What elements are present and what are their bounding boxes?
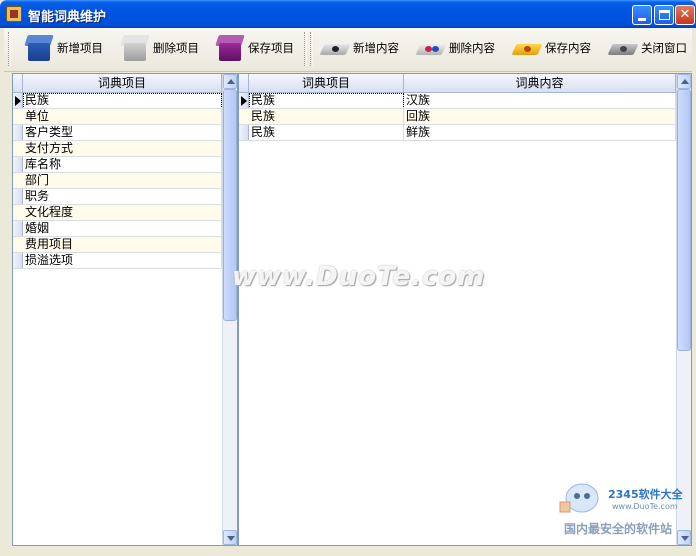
table-row[interactable]: 支付方式 <box>13 141 222 157</box>
save-content-button[interactable]: 保存内容 <box>511 28 591 68</box>
close-window-button[interactable]: 关闭窗口 <box>607 28 687 68</box>
right-header-dictionary-content[interactable]: 词典内容 <box>404 74 676 93</box>
title-bar[interactable]: 智能词典维护 ✕ <box>0 0 696 28</box>
table-cell[interactable]: 回族 <box>404 109 676 124</box>
scroll-up-icon[interactable] <box>677 74 691 89</box>
toolbar-grip-right[interactable] <box>310 32 313 66</box>
save-content-icon <box>511 37 543 59</box>
table-row[interactable]: 部门 <box>13 173 222 189</box>
table-row[interactable]: 文化程度 <box>13 205 222 221</box>
toolbar-separator <box>304 32 307 66</box>
watermark-badge: 2345软件大全 www.DuoTe.com 国内最安全的软件站 <box>556 474 696 544</box>
table-cell[interactable]: 民族 <box>23 93 222 108</box>
window-title: 智能词典维护 <box>28 10 107 25</box>
close-window-icon <box>607 37 639 59</box>
app-icon[interactable] <box>6 6 22 22</box>
new-content-button[interactable]: 新增内容 <box>319 28 399 68</box>
new-item-button[interactable]: 新增项目 <box>24 28 103 68</box>
new-content-label: 新增内容 <box>353 41 399 55</box>
table-cell[interactable]: 文化程度 <box>23 205 222 220</box>
minimize-button[interactable] <box>632 5 652 25</box>
right-grid-corner <box>239 74 249 93</box>
toolbar: 新增项目 删除项目 保存项目 新增内容 删除内容 保存内容 关闭窗口 <box>4 28 692 72</box>
watermark-brand: 2345软件大全 <box>608 488 683 501</box>
watermark-center: www.DuoTe.com <box>232 262 486 292</box>
watermark-url: www.DuoTe.com <box>612 502 678 511</box>
table-cell[interactable]: 单位 <box>23 109 222 124</box>
table-cell[interactable]: 库名称 <box>23 157 222 172</box>
table-cell[interactable]: 民族 <box>249 93 404 108</box>
mascot-icon <box>559 483 599 513</box>
left-grid-header: 词典项目 <box>13 74 222 93</box>
left-header-dictionary-item[interactable]: 词典项目 <box>23 74 222 93</box>
new-item-icon <box>24 33 54 63</box>
left-vertical-scrollbar[interactable] <box>222 74 237 545</box>
table-cell[interactable]: 鲜族 <box>404 125 676 140</box>
table-cell[interactable]: 婚姻 <box>23 221 222 236</box>
table-cell[interactable]: 部门 <box>23 173 222 188</box>
table-row[interactable]: 职务 <box>13 189 222 205</box>
delete-content-label: 删除内容 <box>449 41 495 55</box>
save-item-label: 保存项目 <box>248 41 294 55</box>
table-cell[interactable]: 支付方式 <box>23 141 222 156</box>
watermark-slogan: 国内最安全的软件站 <box>564 522 673 536</box>
maximize-icon <box>659 10 670 20</box>
delete-item-icon <box>120 33 150 63</box>
save-content-label: 保存内容 <box>545 41 591 55</box>
right-header-dictionary-item[interactable]: 词典项目 <box>249 74 404 93</box>
table-cell[interactable]: 职务 <box>23 189 222 204</box>
table-row[interactable]: 婚姻 <box>13 221 222 237</box>
save-item-button[interactable]: 保存项目 <box>215 28 294 68</box>
scroll-down-icon[interactable] <box>223 530 237 545</box>
new-item-label: 新增项目 <box>57 41 103 55</box>
delete-item-button[interactable]: 删除项目 <box>120 28 199 68</box>
minimize-icon <box>638 18 646 21</box>
left-grid-corner <box>13 74 23 93</box>
save-item-icon <box>215 33 245 63</box>
delete-item-label: 删除项目 <box>153 41 199 55</box>
table-row[interactable]: 民族 回族 <box>239 109 676 125</box>
table-row[interactable]: 民族 汉族 <box>239 93 676 109</box>
table-row[interactable]: 客户类型 <box>13 125 222 141</box>
table-cell[interactable]: 费用项目 <box>23 237 222 252</box>
scroll-up-icon[interactable] <box>223 74 237 89</box>
table-row[interactable]: 库名称 <box>13 157 222 173</box>
table-cell[interactable]: 汉族 <box>404 93 676 108</box>
dictionary-items-grid[interactable]: 词典项目 民族 单位 客户类型 支付方式 库名称 部门 职务 文化程度 婚姻 费… <box>12 73 238 546</box>
close-button[interactable]: ✕ <box>675 5 695 25</box>
table-row[interactable]: 损溢选项 <box>13 253 222 269</box>
delete-content-icon <box>415 37 447 59</box>
table-cell[interactable]: 民族 <box>249 125 404 140</box>
table-row[interactable]: 民族 <box>13 93 222 109</box>
delete-content-button[interactable]: 删除内容 <box>415 28 495 68</box>
current-row-indicator-icon <box>15 96 21 106</box>
right-grid-header: 词典项目 词典内容 <box>239 74 676 93</box>
new-content-icon <box>319 37 351 59</box>
current-row-indicator-icon <box>241 96 247 106</box>
table-cell[interactable]: 客户类型 <box>23 125 222 140</box>
window-bottom-edge <box>4 546 692 552</box>
table-row[interactable]: 费用项目 <box>13 237 222 253</box>
table-cell[interactable]: 损溢选项 <box>23 253 222 268</box>
toolbar-grip-left[interactable] <box>8 32 11 66</box>
scrollbar-thumb[interactable] <box>677 89 691 351</box>
table-cell[interactable]: 民族 <box>249 109 404 124</box>
close-window-label: 关闭窗口 <box>641 41 687 55</box>
table-row[interactable]: 民族 鲜族 <box>239 125 676 141</box>
table-row[interactable]: 单位 <box>13 109 222 125</box>
close-icon: ✕ <box>679 7 691 22</box>
maximize-button[interactable] <box>654 5 674 25</box>
